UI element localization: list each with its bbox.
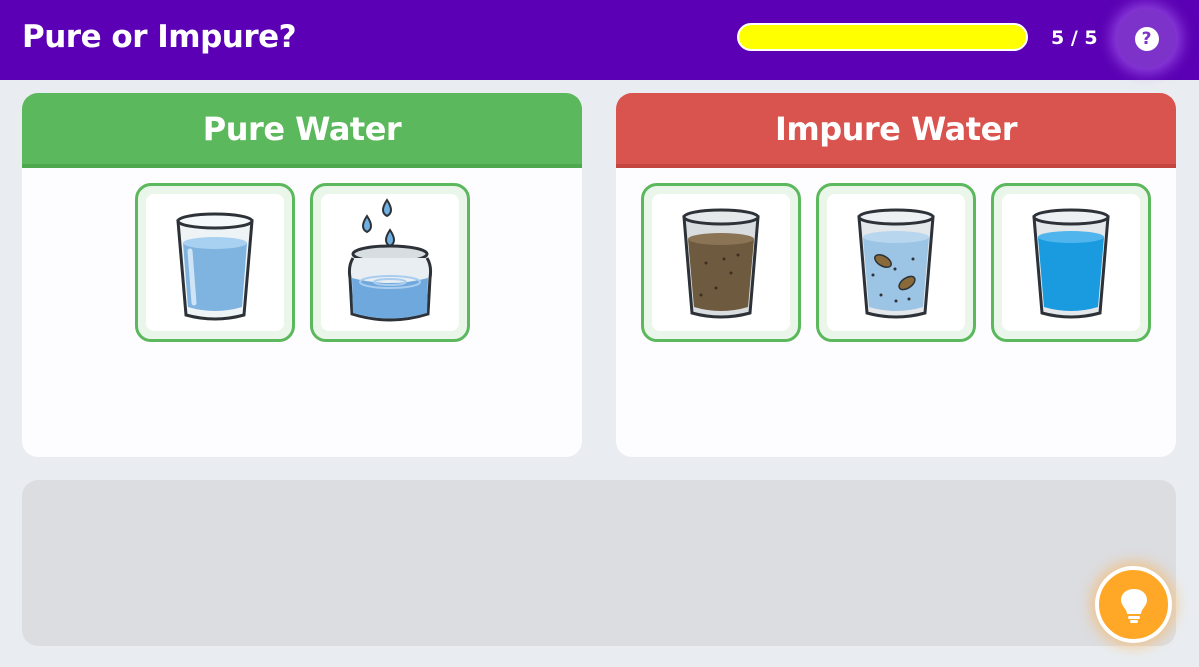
impure-water-cards bbox=[616, 183, 1176, 342]
glass-of-blue-water-icon bbox=[1032, 208, 1110, 318]
pure-water-panel[interactable]: Pure Water bbox=[22, 93, 582, 457]
help-button[interactable]: ? bbox=[1117, 9, 1176, 68]
item-card[interactable] bbox=[134, 183, 295, 342]
top-bar: Pure or Impure? 5 / 5 ? bbox=[0, 0, 1199, 80]
page-title: Pure or Impure? bbox=[22, 19, 297, 55]
item-card[interactable] bbox=[641, 183, 801, 342]
item-tray[interactable] bbox=[22, 480, 1176, 646]
item-card[interactable] bbox=[816, 183, 976, 342]
question-icon: ? bbox=[1134, 26, 1159, 51]
item-card[interactable] bbox=[991, 183, 1151, 342]
impure-water-panel[interactable]: Impure Water bbox=[616, 93, 1176, 457]
item-card[interactable] bbox=[309, 183, 470, 342]
progress-counter: 5 / 5 bbox=[1051, 27, 1098, 49]
pure-water-cards bbox=[22, 183, 582, 342]
lightbulb-icon bbox=[1120, 588, 1147, 623]
hint-button[interactable] bbox=[1095, 566, 1172, 643]
progress-fill bbox=[739, 25, 1026, 49]
impure-water-header: Impure Water bbox=[616, 93, 1176, 168]
glass-with-leaves-and-debris-icon bbox=[857, 208, 935, 318]
glass-of-muddy-water-icon bbox=[682, 208, 760, 318]
progress-bar bbox=[737, 23, 1028, 51]
glass-of-clear-water-icon bbox=[175, 212, 254, 320]
jar-with-water-drops-icon bbox=[347, 197, 432, 321]
pure-water-header: Pure Water bbox=[22, 93, 582, 168]
